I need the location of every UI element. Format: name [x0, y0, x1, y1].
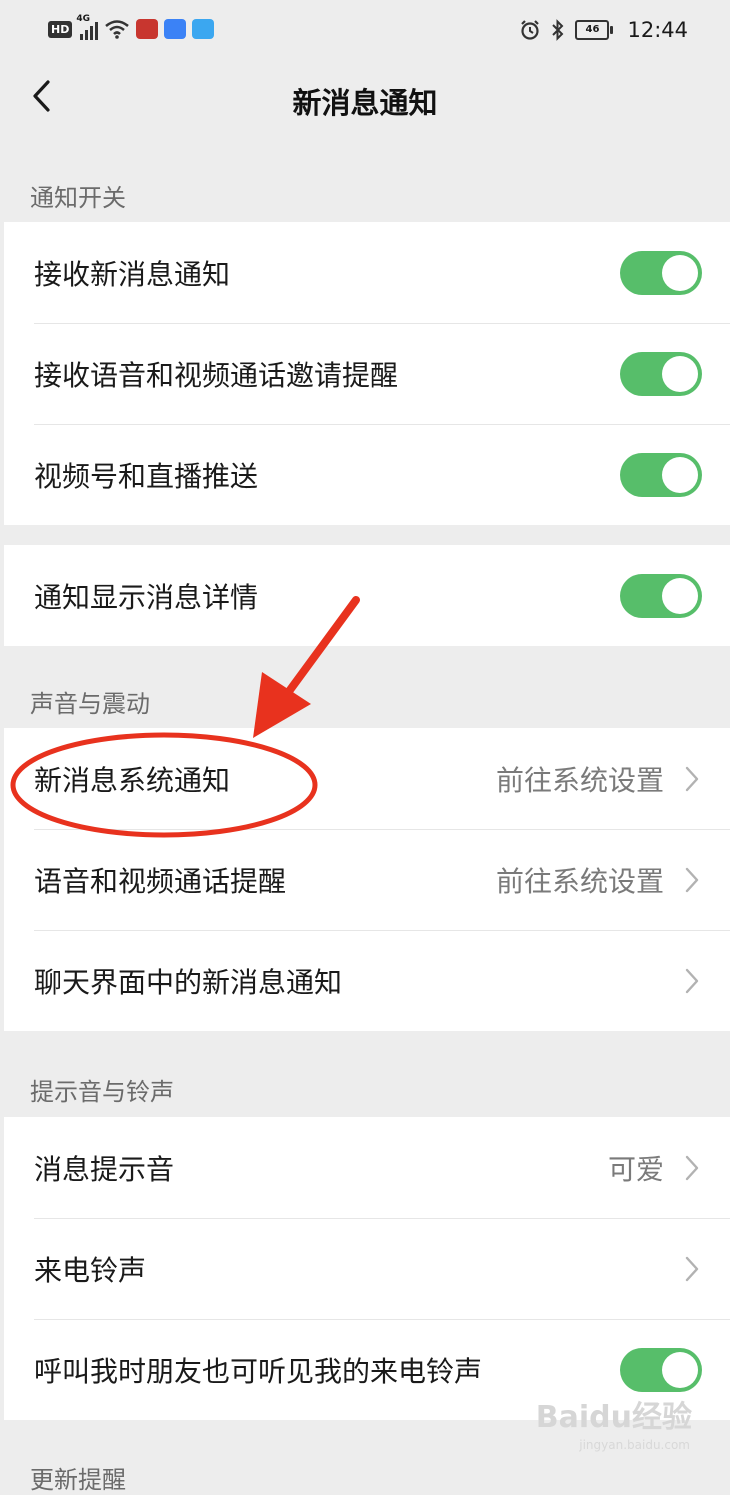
section-header-update-reminder: 更新提醒: [30, 1466, 126, 1494]
network-type: 4G: [76, 14, 90, 24]
group-notification-switches: 接收新消息通知 接收语音和视频通话邀请提醒 视频号和直播推送: [4, 222, 730, 525]
search-app-icon: [192, 19, 215, 39]
page-title: 新消息通知: [292, 86, 438, 120]
status-bar: HD 4G 46 12:44: [0, 0, 730, 62]
watermark-url: jingyan.baidu.com: [579, 1438, 690, 1452]
row-chat-notification[interactable]: 聊天界面中的新消息通知: [4, 930, 730, 1031]
clock: 12:44: [627, 18, 688, 42]
row-value: 前往系统设置: [495, 864, 664, 898]
group-notification-details: 通知显示消息详情: [4, 545, 730, 646]
row-label: 通知显示消息详情: [34, 580, 259, 614]
row-label: 接收新消息通知: [34, 257, 231, 291]
section-header-notification-switch: 通知开关: [30, 184, 126, 212]
cloud-icon: [164, 19, 187, 39]
status-right: 46 12:44: [519, 18, 688, 42]
row-label: 聊天界面中的新消息通知: [34, 965, 343, 999]
app-icon: [136, 19, 159, 39]
toggle-call-invite-reminder[interactable]: [620, 351, 702, 396]
row-show-message-details[interactable]: 通知显示消息详情: [4, 545, 730, 646]
signal-icon: 4G: [76, 14, 99, 40]
toggle-channels-live-push[interactable]: [620, 452, 702, 497]
row-call-reminder[interactable]: 语音和视频通话提醒 前往系统设置: [4, 829, 730, 930]
section-header-sound-vibration: 声音与震动: [30, 690, 150, 718]
bluetooth-icon: [552, 19, 564, 41]
chevron-right-icon: [685, 1155, 699, 1180]
chevron-right-icon: [685, 1256, 699, 1281]
section-header-tones-ringtones: 提示音与铃声: [30, 1078, 174, 1106]
row-value: 可爱: [607, 1152, 664, 1186]
row-label: 接收语音和视频通话邀请提醒: [34, 358, 399, 392]
watermark-logo: Baidu经验: [535, 1400, 692, 1435]
toggle-receive-new-message[interactable]: [620, 250, 702, 295]
row-ringtone[interactable]: 来电铃声: [4, 1218, 730, 1319]
row-label: 视频号和直播推送: [34, 459, 259, 493]
row-message-tone[interactable]: 消息提示音 可爱: [4, 1117, 730, 1218]
hd-indicator: HD: [48, 20, 73, 38]
chevron-right-icon: [685, 766, 699, 791]
group-sound-vibration: 新消息系统通知 前往系统设置 语音和视频通话提醒 前往系统设置 聊天界面中的新消…: [4, 728, 730, 1031]
row-label: 来电铃声: [34, 1253, 147, 1287]
row-receive-new-message[interactable]: 接收新消息通知: [4, 222, 730, 323]
alarm-icon: [521, 20, 540, 40]
toggle-friends-hear-ringtone[interactable]: [620, 1347, 702, 1392]
row-value: 前往系统设置: [495, 763, 664, 797]
wifi-icon: [105, 20, 130, 39]
group-tones-ringtones: 消息提示音 可爱 来电铃声 呼叫我时朋友也可听见我的来电铃声: [4, 1117, 730, 1420]
toggle-show-message-details[interactable]: [620, 573, 702, 618]
battery-icon: 46: [575, 20, 614, 40]
row-call-invite-reminder[interactable]: 接收语音和视频通话邀请提醒: [4, 323, 730, 424]
row-system-notification[interactable]: 新消息系统通知 前往系统设置: [4, 728, 730, 829]
status-left: HD 4G: [48, 14, 215, 40]
chevron-right-icon: [685, 968, 699, 993]
row-channels-live-push[interactable]: 视频号和直播推送: [4, 424, 730, 525]
row-label: 呼叫我时朋友也可听见我的来电铃声: [34, 1354, 483, 1388]
row-label: 新消息系统通知: [34, 763, 231, 797]
row-label: 消息提示音: [34, 1152, 175, 1186]
chevron-right-icon: [685, 867, 699, 892]
row-label: 语音和视频通话提醒: [34, 864, 287, 898]
nav-bar: 新消息通知: [0, 62, 730, 137]
